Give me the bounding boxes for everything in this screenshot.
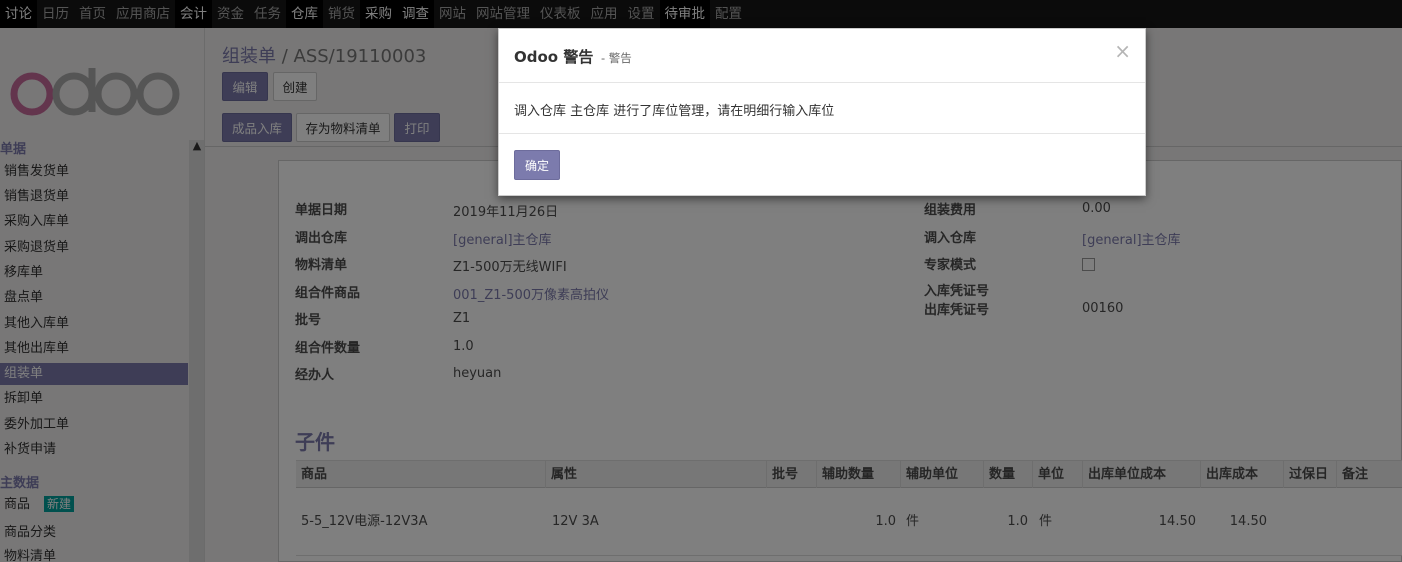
- dialog-body: 调入仓库 主仓库 进行了库位管理，请在明细行输入库位: [499, 83, 1145, 134]
- ok-button[interactable]: 确定: [514, 150, 560, 180]
- dialog-header: Odoo 警告 - 警告 ×: [499, 29, 1145, 83]
- dialog-message: 调入仓库 主仓库 进行了库位管理，请在明细行输入库位: [514, 104, 835, 119]
- dialog-subtitle: - 警告: [601, 51, 632, 65]
- warning-dialog: Odoo 警告 - 警告 × 调入仓库 主仓库 进行了库位管理，请在明细行输入库…: [498, 28, 1146, 196]
- dialog-title: Odoo 警告: [514, 48, 594, 66]
- close-icon[interactable]: ×: [1114, 41, 1131, 61]
